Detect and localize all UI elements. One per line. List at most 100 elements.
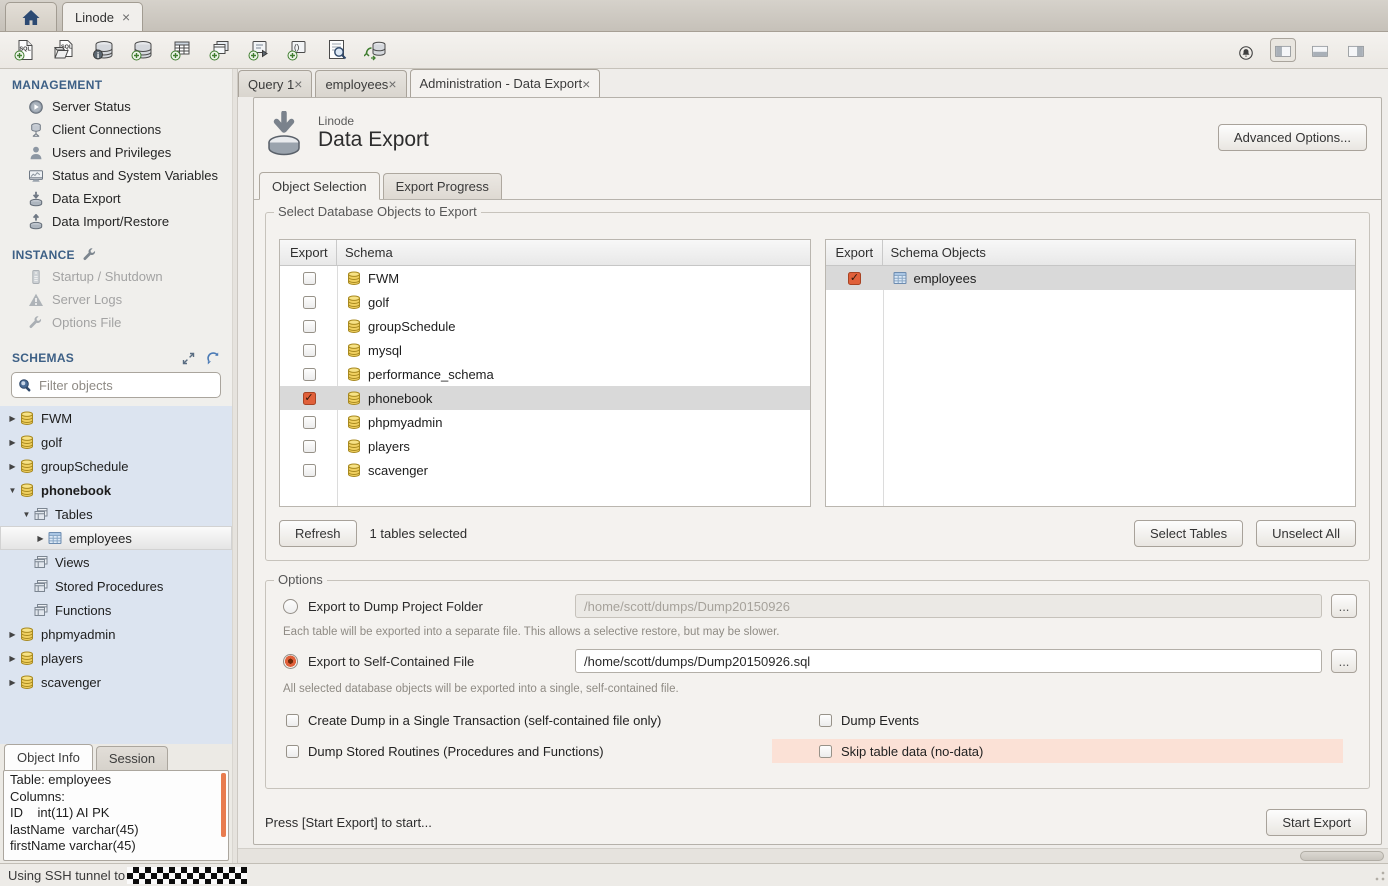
- tree-collapse-icon[interactable]: ▼: [20, 510, 33, 519]
- export-checkbox[interactable]: [303, 272, 316, 285]
- export-checkbox[interactable]: [303, 416, 316, 429]
- connection-tab-linode[interactable]: Linode ×: [62, 2, 143, 31]
- checkbox-item-skip-table-data-no-data[interactable]: Skip table data (no-data): [772, 739, 1343, 763]
- open-sql-file-button[interactable]: SQL: [47, 36, 81, 64]
- table-row-phonebook[interactable]: phonebook: [280, 386, 810, 410]
- tree-item-phpmyadmin[interactable]: ▶phpmyadmin: [0, 622, 232, 646]
- table-row-groupschedule[interactable]: groupSchedule: [280, 314, 810, 338]
- export-checkbox[interactable]: [303, 344, 316, 357]
- tree-item-players[interactable]: ▶players: [0, 646, 232, 670]
- create-function-button[interactable]: (): [281, 36, 315, 64]
- info-tab-session[interactable]: Session: [96, 746, 168, 770]
- tree-expand-icon[interactable]: ▶: [6, 438, 19, 447]
- tree-item-golf[interactable]: ▶golf: [0, 430, 232, 454]
- sidebar-item-data-import-restore[interactable]: Data Import/Restore: [0, 210, 232, 233]
- table-row-employees[interactable]: employees: [826, 266, 1356, 290]
- export-checkbox[interactable]: [848, 272, 861, 285]
- table-row-performance-schema[interactable]: performance_schema: [280, 362, 810, 386]
- tree-item-stored-procedures[interactable]: Stored Procedures: [0, 574, 232, 598]
- create-view-button[interactable]: [203, 36, 237, 64]
- checkbox[interactable]: [286, 745, 299, 758]
- column-header-name[interactable]: Schema: [337, 240, 810, 265]
- select-tables-button[interactable]: Select Tables: [1134, 520, 1243, 547]
- create-table-button[interactable]: [164, 36, 198, 64]
- tree-item-views[interactable]: Views: [0, 550, 232, 574]
- tree-item-fwm[interactable]: ▶FWM: [0, 406, 232, 430]
- editor-tab-administration-data-export[interactable]: Administration - Data Export×: [410, 69, 601, 97]
- tree-expand-icon[interactable]: ▶: [6, 462, 19, 471]
- tree-expand-icon[interactable]: ▶: [6, 654, 19, 663]
- column-header-export[interactable]: Export: [280, 240, 337, 265]
- toggle-right-panel-button[interactable]: [1344, 39, 1368, 61]
- table-row-mysql[interactable]: mysql: [280, 338, 810, 362]
- refresh-button[interactable]: Refresh: [279, 520, 357, 547]
- close-icon[interactable]: ×: [122, 10, 130, 24]
- reconnect-db-button[interactable]: [359, 36, 393, 64]
- subtab-export-progress[interactable]: Export Progress: [383, 173, 502, 199]
- horizontal-scrollbar[interactable]: [238, 848, 1388, 863]
- sidebar-item-data-export[interactable]: Data Export: [0, 187, 232, 210]
- sidebar-item-client-connections[interactable]: Client Connections: [0, 118, 232, 141]
- close-icon[interactable]: ×: [388, 77, 396, 91]
- export-checkbox[interactable]: [303, 464, 316, 477]
- checkbox-item-dump-events[interactable]: Dump Events: [819, 708, 1369, 732]
- export-checkbox[interactable]: [303, 440, 316, 453]
- self-contained-radio[interactable]: [283, 654, 298, 669]
- create-procedure-button[interactable]: [242, 36, 276, 64]
- horizontal-scrollbar-thumb[interactable]: [1300, 851, 1384, 861]
- close-icon[interactable]: ×: [582, 77, 590, 91]
- create-schema-button[interactable]: [125, 36, 159, 64]
- table-row-fwm[interactable]: FWM: [280, 266, 810, 290]
- tree-expand-icon[interactable]: ▶: [6, 678, 19, 687]
- dump-folder-browse-button[interactable]: ...: [1331, 594, 1357, 618]
- info-tab-object-info[interactable]: Object Info: [4, 744, 93, 770]
- tree-expand-icon[interactable]: ▶: [6, 414, 19, 423]
- tree-item-functions[interactable]: Functions: [0, 598, 232, 622]
- self-contained-browse-button[interactable]: ...: [1331, 649, 1357, 673]
- schema-filter-input[interactable]: [39, 378, 215, 393]
- search-data-button[interactable]: [320, 36, 354, 64]
- column-header-name[interactable]: Schema Objects: [883, 240, 1356, 265]
- inspect-database-button[interactable]: i: [86, 36, 120, 64]
- tree-item-phonebook[interactable]: ▼phonebook: [0, 478, 232, 502]
- tree-item-tables[interactable]: ▼Tables: [0, 502, 232, 526]
- table-row-golf[interactable]: golf: [280, 290, 810, 314]
- close-icon[interactable]: ×: [294, 77, 302, 91]
- resize-grip[interactable]: [1374, 870, 1386, 882]
- tree-collapse-icon[interactable]: ▼: [6, 486, 19, 495]
- self-contained-path-input[interactable]: [575, 649, 1322, 673]
- checkbox[interactable]: [819, 745, 832, 758]
- dump-folder-radio[interactable]: [283, 599, 298, 614]
- checkbox[interactable]: [286, 714, 299, 727]
- new-sql-tab-button[interactable]: SQL: [8, 36, 42, 64]
- notification-button[interactable]: [1234, 39, 1258, 61]
- sidebar-item-status-and-system-variables[interactable]: Status and System Variables: [0, 164, 232, 187]
- sidebar-item-users-and-privileges[interactable]: Users and Privileges: [0, 141, 232, 164]
- checkbox-item-create-dump-in-a-single-transaction-self-contained-file-only[interactable]: Create Dump in a Single Transaction (sel…: [286, 708, 819, 732]
- start-export-button[interactable]: Start Export: [1266, 809, 1367, 836]
- home-tab[interactable]: [5, 2, 57, 31]
- export-checkbox[interactable]: [303, 392, 316, 405]
- subtab-object-selection[interactable]: Object Selection: [259, 172, 380, 200]
- editor-tab-query-1[interactable]: Query 1×: [238, 70, 312, 97]
- info-scrollbar[interactable]: [221, 773, 226, 837]
- tree-expand-icon[interactable]: ▶: [34, 534, 47, 543]
- unselect-all-button[interactable]: Unselect All: [1256, 520, 1356, 547]
- tree-expand-icon[interactable]: ▶: [6, 630, 19, 639]
- table-row-phpmyadmin[interactable]: phpmyadmin: [280, 410, 810, 434]
- toggle-bottom-panel-button[interactable]: [1308, 39, 1332, 61]
- export-checkbox[interactable]: [303, 296, 316, 309]
- export-checkbox[interactable]: [303, 368, 316, 381]
- expand-panel-icon[interactable]: [182, 352, 198, 365]
- sidebar-item-server-status[interactable]: Server Status: [0, 95, 232, 118]
- export-checkbox[interactable]: [303, 320, 316, 333]
- table-row-players[interactable]: players: [280, 434, 810, 458]
- tree-item-groupschedule[interactable]: ▶groupSchedule: [0, 454, 232, 478]
- toggle-left-panel-button[interactable]: [1270, 38, 1296, 62]
- column-header-export[interactable]: Export: [826, 240, 883, 265]
- checkbox[interactable]: [819, 714, 832, 727]
- tree-item-scavenger[interactable]: ▶scavenger: [0, 670, 232, 694]
- checkbox-item-dump-stored-routines-procedures-and-functions[interactable]: Dump Stored Routines (Procedures and Fun…: [286, 739, 819, 763]
- refresh-schemas-icon[interactable]: [206, 352, 222, 365]
- tree-item-employees[interactable]: ▶employees: [0, 526, 232, 550]
